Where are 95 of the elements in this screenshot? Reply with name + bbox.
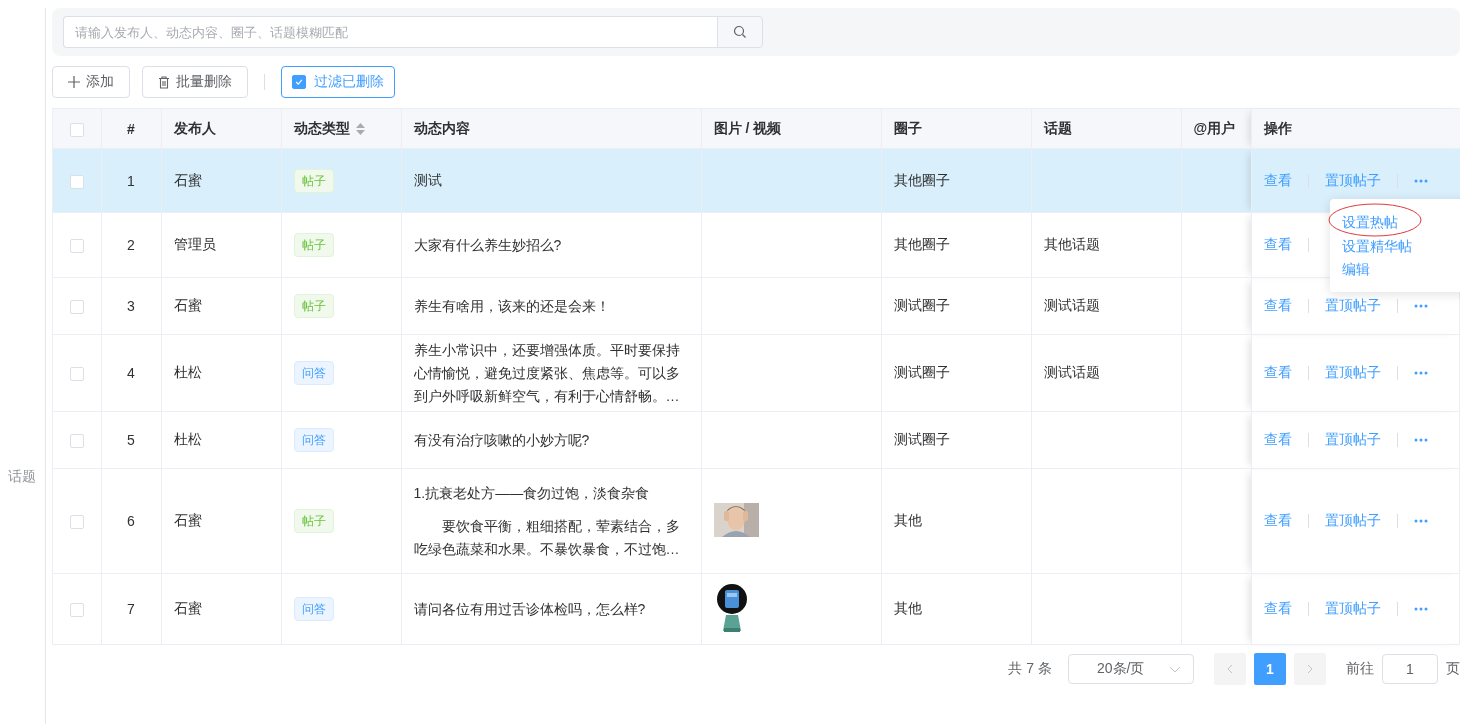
pin-post-link[interactable]: 置顶帖子 — [1324, 512, 1381, 530]
row-number: 7 — [127, 601, 135, 617]
post-content: 1.抗衰老处方——食勿过饱，淡食杂食 — [413, 483, 651, 503]
checkbox[interactable] — [292, 75, 306, 89]
more-icon[interactable] — [1413, 371, 1428, 375]
column-header: # — [127, 120, 135, 137]
goto-label: 前往 — [1346, 660, 1374, 678]
view-link[interactable]: 查看 — [1263, 431, 1292, 449]
table-cell: 其他话题 — [1043, 236, 1100, 252]
page-input[interactable]: 1 — [1382, 654, 1438, 684]
sidebar-item[interactable]: 话题 — [8, 468, 36, 486]
type-tag: 问答 — [293, 428, 334, 452]
view-link[interactable]: 查看 — [1263, 297, 1292, 315]
sort-icon[interactable] — [355, 122, 365, 135]
table-row[interactable]: 5 杜松 问答 有没有治疗咳嗽的小妙方呢? 测试圈子 查看 置顶帖子 — [53, 411, 1460, 469]
type-tag: 问答 — [293, 597, 334, 621]
row-number: 1 — [127, 172, 135, 189]
more-icon[interactable] — [1413, 438, 1428, 442]
view-link[interactable]: 查看 — [1263, 512, 1292, 530]
table-cell: 石蜜 — [173, 512, 202, 528]
view-link[interactable]: 查看 — [1263, 600, 1292, 618]
column-header: 发布人 — [173, 119, 216, 136]
type-tag: 帖子 — [293, 168, 334, 193]
table-cell: 测试圈子 — [893, 431, 950, 447]
search-button[interactable] — [717, 16, 763, 48]
column-header: 动态内容 — [413, 119, 470, 136]
column-header: 话题 — [1043, 119, 1072, 136]
more-icon[interactable] — [1413, 519, 1428, 523]
table-row[interactable]: 4 杜松 问答 养生小常识中，还要增强体质。平时要保持心情愉悦，避免过度紧张、焦虑等。可以多到户外呼吸新鲜空气，有利于心情舒畅。… 测试圈子 测试话题 查看 置顶帖子 — [53, 334, 1460, 412]
table-cell: 管理员 — [173, 236, 216, 252]
table-cell: 石蜜 — [173, 171, 202, 188]
row-number: 6 — [127, 513, 135, 529]
table-cell: 测试话题 — [1043, 364, 1100, 380]
row-number: 5 — [127, 432, 135, 448]
table-cell: 其他 — [893, 512, 922, 528]
previous-page-button[interactable] — [1214, 653, 1246, 685]
page-size-select[interactable]: 20条/页 — [1068, 654, 1194, 684]
table-cell: 测试话题 — [1043, 297, 1100, 313]
table-row[interactable]: 6 石蜜 帖子 1.抗衰老处方——食勿过饱，淡食杂食 要饮食平衡，粗细搭配，荤素结合，多吃绿色蔬菜和水果。不暴饮暴食，不过饱… 其他 查看 置顶帖子 — [53, 468, 1460, 574]
plus-icon — [68, 76, 80, 88]
add-button[interactable]: 添加 — [52, 66, 130, 98]
type-tag: 问答 — [293, 361, 334, 385]
table-cell: 测试圈子 — [893, 297, 950, 313]
pin-post-link[interactable]: 置顶帖子 — [1324, 297, 1381, 315]
search-field[interactable]: 请输入发布人、动态内容、圈子、话题模糊匹配 — [63, 16, 717, 48]
trash-icon — [158, 75, 170, 89]
post-content: 大家有什么养生妙招么? — [413, 235, 563, 255]
page-button[interactable]: 1 — [1254, 653, 1286, 685]
post-content: 要饮食平衡，粗细搭配，荤素结合，多吃绿色蔬菜和水果。不暴饮暴食，不过饱… — [413, 516, 681, 559]
type-tag: 帖子 — [293, 294, 334, 318]
type-tag: 帖子 — [293, 509, 334, 533]
table-cell: 其他圈子 — [893, 171, 950, 188]
pin-post-link[interactable]: 置顶帖子 — [1324, 171, 1381, 190]
check-icon — [294, 77, 304, 87]
more-icon[interactable] — [1413, 304, 1428, 308]
more-icon[interactable] — [1413, 178, 1428, 183]
next-page-button[interactable] — [1294, 653, 1326, 685]
post-content: 请问各位有用过舌诊体检吗，怎么样? — [413, 599, 647, 619]
chevron-right-icon — [1307, 664, 1313, 674]
table-cell: 杜松 — [173, 364, 202, 380]
type-tag: 帖子 — [293, 233, 334, 257]
search-icon — [733, 25, 747, 39]
table-row[interactable]: 1 石蜜 帖子 测试 其他圈子 查看 置顶帖子 — [53, 148, 1460, 213]
post-content: 养生小常识中，还要增强体质。平时要保持心情愉悦，避免过度紧张、焦虑等。可以多到户外呼吸新鲜空气，有利于心情舒畅。… — [413, 340, 681, 406]
total-count: 共 7 条 — [1008, 660, 1052, 678]
table-cell: 石蜜 — [173, 600, 202, 616]
column-header: @用户 — [1193, 119, 1236, 136]
table-cell: 其他圈子 — [893, 236, 950, 252]
table-cell: 其他 — [893, 600, 922, 616]
table-row[interactable]: 7 石蜜 问答 请问各位有用过舌诊体检吗，怎么样? 其他 查看 置顶帖子 — [53, 573, 1460, 645]
column-header: 圈子 — [893, 119, 922, 136]
filter-deleted-toggle[interactable]: 过滤已删除 — [281, 66, 395, 98]
column-header: 图片 / 视频 — [713, 119, 782, 136]
batch-delete-button[interactable]: 批量删除 — [142, 66, 248, 98]
row-number: 4 — [127, 365, 135, 381]
view-link[interactable]: 查看 — [1263, 236, 1292, 254]
view-link[interactable]: 查看 — [1263, 364, 1292, 382]
chevron-down-icon — [1169, 665, 1181, 673]
row-number: 2 — [127, 237, 135, 253]
pin-post-link[interactable]: 置顶帖子 — [1324, 364, 1381, 382]
pin-post-link[interactable]: 置顶帖子 — [1324, 431, 1381, 449]
view-link[interactable]: 查看 — [1263, 171, 1292, 190]
row-number: 3 — [127, 298, 135, 314]
table-cell: 石蜜 — [173, 297, 202, 313]
chevron-left-icon — [1227, 664, 1233, 674]
more-icon[interactable] — [1413, 607, 1428, 611]
table-cell: 杜松 — [173, 431, 202, 447]
pin-post-link[interactable]: 置顶帖子 — [1324, 600, 1381, 618]
column-header: 操作 — [1263, 119, 1292, 136]
post-content: 测试 — [413, 171, 443, 190]
menu-item[interactable]: 设置精华帖 — [1342, 234, 1412, 258]
post-content: 养生有啥用，该来的还是会来！ — [413, 296, 611, 316]
post-content: 有没有治疗咳嗽的小妙方呢? — [413, 430, 591, 450]
table-cell: 测试圈子 — [893, 364, 950, 380]
page-suffix: 页 — [1446, 660, 1460, 678]
